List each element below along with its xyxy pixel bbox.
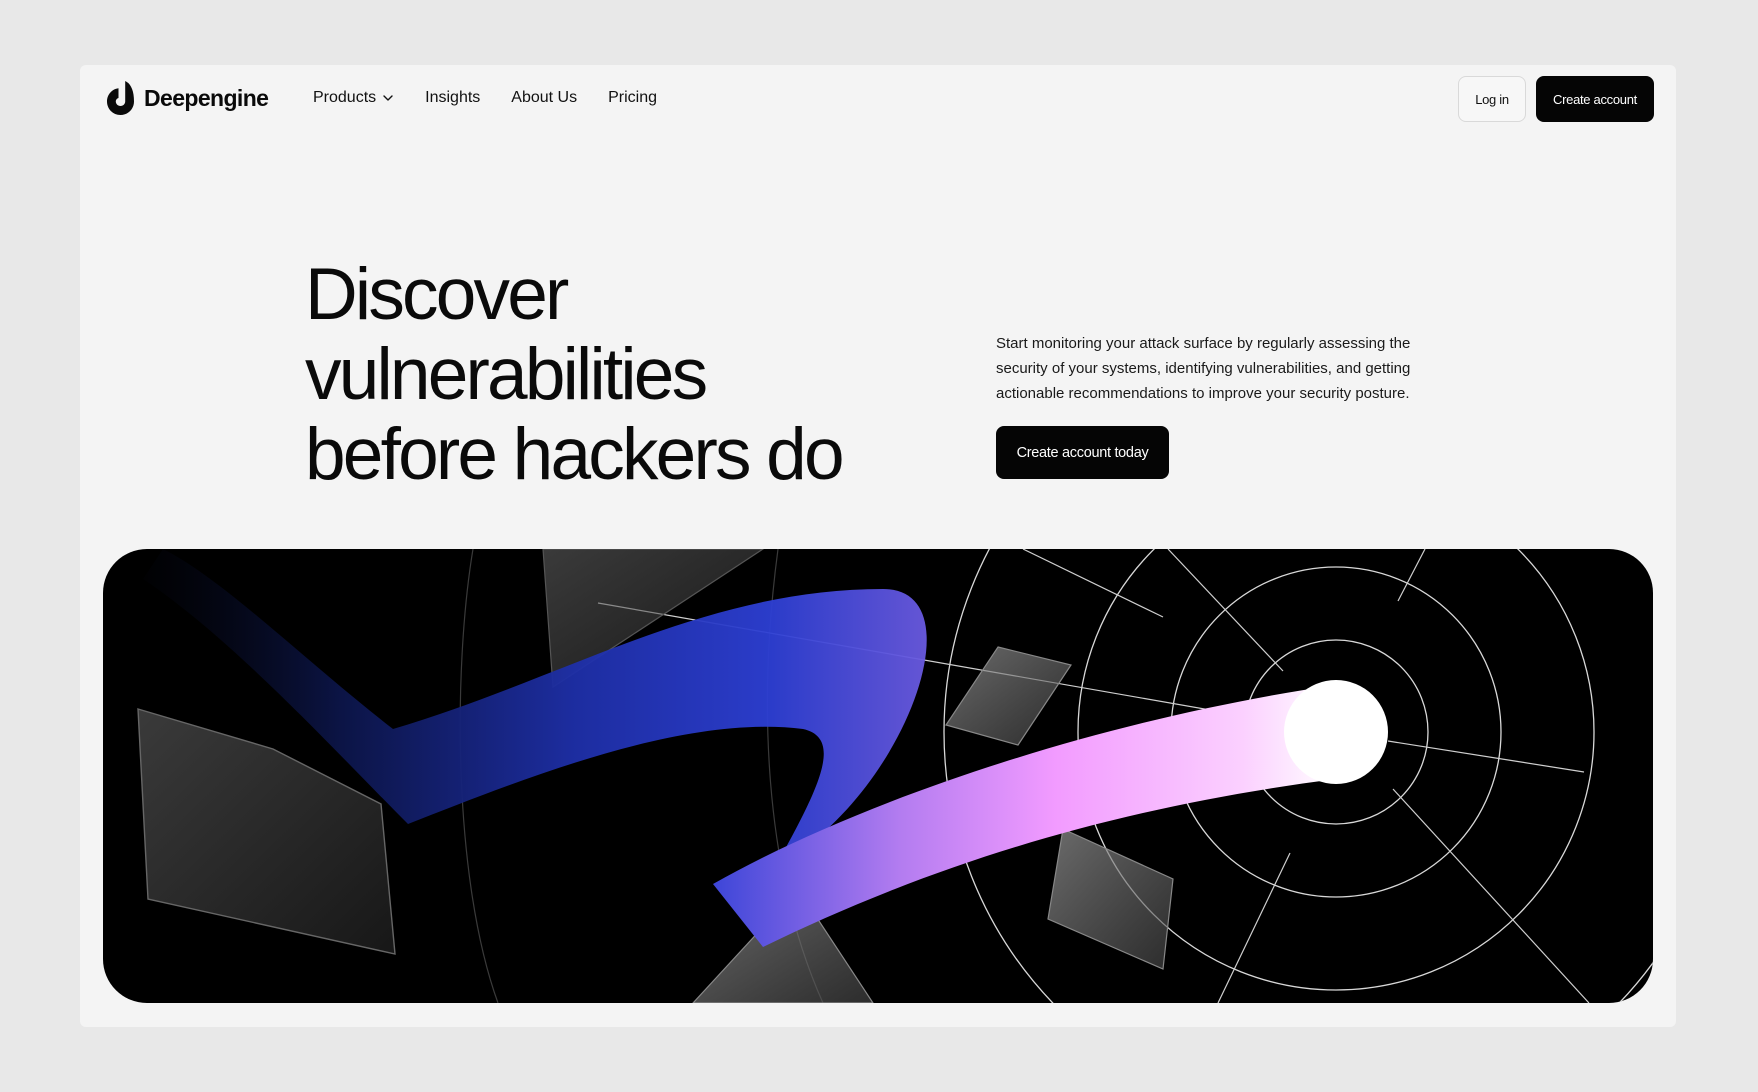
create-account-today-button[interactable]: Create account today [996, 426, 1169, 479]
create-account-button[interactable]: Create account [1536, 76, 1654, 122]
radar-target-orb [1284, 680, 1388, 784]
deepengine-logo-icon [107, 81, 134, 115]
nav-item-label: Insights [425, 89, 481, 106]
nav-item-products[interactable]: Products [313, 89, 394, 107]
nav-item-about-us[interactable]: About Us [511, 89, 577, 107]
chevron-down-icon [383, 95, 393, 101]
headline-line: Discover [305, 254, 569, 335]
nav-item-label: Pricing [608, 89, 657, 106]
brand-name: Deepengine [144, 84, 269, 111]
headline-line: vulnerabilities [305, 334, 708, 415]
page-frame: Deepengine Products Insights About Us Pr… [80, 65, 1676, 1027]
nav-item-insights[interactable]: Insights [425, 89, 480, 107]
nav-item-pricing[interactable]: Pricing [608, 89, 657, 107]
login-button[interactable]: Log in [1458, 76, 1526, 122]
hero-illustration [103, 549, 1653, 1003]
brand-logo[interactable]: Deepengine [107, 81, 269, 115]
headline-line: before hackers do [305, 414, 845, 495]
hero-headline: Discover vulnerabilities before hackers … [305, 255, 925, 495]
hero-illustration-svg [137, 549, 1653, 1003]
hero-description: Start monitoring your attack surface by … [996, 335, 1411, 402]
nav-links: Products Insights About Us Pricing [313, 87, 688, 109]
nav-item-label: About Us [511, 89, 578, 106]
top-nav: Deepengine Products Insights About Us Pr… [80, 65, 1676, 131]
nav-item-label: Products [313, 89, 377, 106]
